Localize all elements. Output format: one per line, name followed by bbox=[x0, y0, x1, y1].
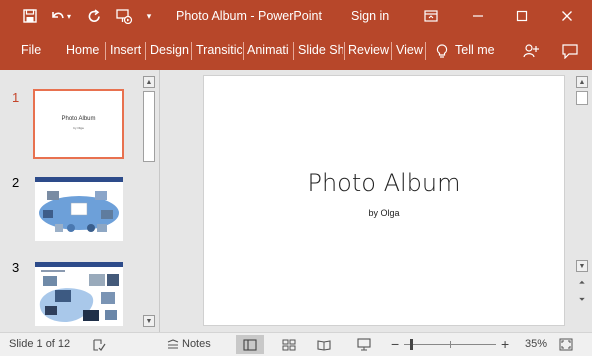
tab-separator bbox=[391, 42, 392, 60]
undo-dropdown-icon[interactable]: ▾ bbox=[64, 6, 74, 26]
zoom-in-button[interactable]: + bbox=[501, 336, 509, 352]
share-icon[interactable] bbox=[521, 41, 541, 61]
zoom-slider[interactable] bbox=[404, 339, 496, 350]
title-bar: ▾ ▾ Photo Album - PowerPoint Sign in bbox=[0, 0, 592, 33]
tab-insert[interactable]: Insert bbox=[110, 43, 141, 57]
tab-design[interactable]: Design bbox=[150, 43, 189, 57]
thumbnail-title: Photo Album bbox=[61, 116, 96, 122]
thumbnail-diagram-image bbox=[35, 262, 123, 322]
zoom-slider-thumb[interactable] bbox=[410, 339, 413, 350]
thumbnail-number: 2 bbox=[12, 175, 20, 190]
comments-icon[interactable] bbox=[560, 41, 580, 61]
slide-sorter-icon[interactable] bbox=[280, 336, 298, 353]
tab-animations[interactable]: Animati bbox=[247, 43, 292, 57]
window-title: Photo Album - PowerPoint bbox=[176, 9, 322, 23]
tab-separator bbox=[293, 42, 294, 60]
scrollbar-thumb[interactable] bbox=[143, 91, 155, 162]
zoom-level[interactable]: 35% bbox=[525, 338, 547, 350]
tab-separator bbox=[191, 42, 192, 60]
scroll-up-icon[interactable]: ▲ bbox=[576, 76, 588, 88]
save-icon[interactable] bbox=[20, 6, 40, 26]
slide-thumbnail-pane: 1 Photo Album by Olga 2 3 bbox=[0, 70, 160, 332]
scroll-down-icon[interactable]: ▼ bbox=[576, 260, 588, 272]
normal-view-icon[interactable] bbox=[236, 335, 264, 354]
redo-icon[interactable] bbox=[84, 6, 104, 26]
scroll-up-icon[interactable]: ▲ bbox=[143, 76, 155, 88]
ribbon-display-options-icon[interactable] bbox=[421, 6, 441, 26]
close-icon[interactable] bbox=[557, 6, 577, 26]
tab-separator bbox=[145, 42, 146, 60]
customize-toolbar-icon[interactable]: ▾ bbox=[142, 6, 156, 26]
fit-to-window-icon[interactable] bbox=[557, 336, 575, 353]
tab-separator bbox=[105, 42, 106, 60]
slide-show-icon[interactable] bbox=[355, 336, 373, 353]
thumbnail-subtitle: by Olga bbox=[73, 126, 84, 130]
tab-home[interactable]: Home bbox=[66, 43, 99, 57]
spell-check-icon[interactable] bbox=[90, 336, 108, 353]
tab-slide-show[interactable]: Slide Sh bbox=[298, 43, 343, 57]
reading-view-icon[interactable] bbox=[315, 336, 333, 353]
tab-separator bbox=[344, 42, 345, 60]
scrollbar-thumb[interactable] bbox=[576, 91, 588, 105]
thumbnail-scrollbar[interactable]: ▲ ▼ bbox=[142, 75, 156, 330]
minimize-icon[interactable] bbox=[468, 6, 488, 26]
thumbnail-number: 3 bbox=[12, 260, 20, 275]
thumbnail-diagram-image bbox=[35, 177, 123, 232]
thumbnail-number: 1 bbox=[12, 90, 20, 105]
zoom-out-button[interactable]: − bbox=[391, 336, 399, 352]
tab-transitions[interactable]: Transitic bbox=[196, 43, 242, 57]
status-bar: Slide 1 of 12 Notes − + 35% bbox=[0, 332, 592, 356]
slide-subtitle[interactable]: by Olga bbox=[204, 208, 564, 218]
sign-in-link[interactable]: Sign in bbox=[351, 9, 389, 23]
slide-title[interactable]: Photo Album bbox=[204, 169, 564, 197]
tab-separator bbox=[243, 42, 244, 60]
slide-count[interactable]: Slide 1 of 12 bbox=[9, 338, 70, 350]
tab-view[interactable]: View bbox=[396, 43, 423, 57]
notes-button[interactable]: Notes bbox=[182, 338, 211, 350]
ribbon-tab-bar: File Home Insert Design Transitic Animat… bbox=[0, 33, 592, 70]
slide-thumbnail-3[interactable] bbox=[35, 262, 123, 326]
slide-thumbnail-2[interactable] bbox=[35, 177, 123, 241]
notes-icon[interactable] bbox=[164, 336, 182, 353]
lightbulb-icon[interactable] bbox=[432, 41, 452, 61]
previous-slide-icon[interactable]: ⏶ bbox=[576, 277, 588, 289]
slide-canvas[interactable]: Photo Album by Olga bbox=[204, 76, 564, 325]
zoom-slider-center-mark bbox=[450, 341, 451, 348]
next-slide-icon[interactable]: ⏷ bbox=[576, 294, 588, 306]
tell-me-search[interactable]: Tell me bbox=[455, 43, 495, 57]
start-slideshow-icon[interactable] bbox=[114, 6, 134, 26]
tab-file[interactable]: File bbox=[21, 43, 41, 57]
maximize-icon[interactable] bbox=[512, 6, 532, 26]
slide-scrollbar[interactable]: ▲ ▼ ⏶ ⏷ bbox=[575, 75, 589, 330]
tab-separator bbox=[425, 42, 426, 60]
slide-thumbnail-1[interactable]: Photo Album by Olga bbox=[33, 89, 124, 159]
tab-review[interactable]: Review bbox=[348, 43, 389, 57]
scroll-down-icon[interactable]: ▼ bbox=[143, 315, 155, 327]
